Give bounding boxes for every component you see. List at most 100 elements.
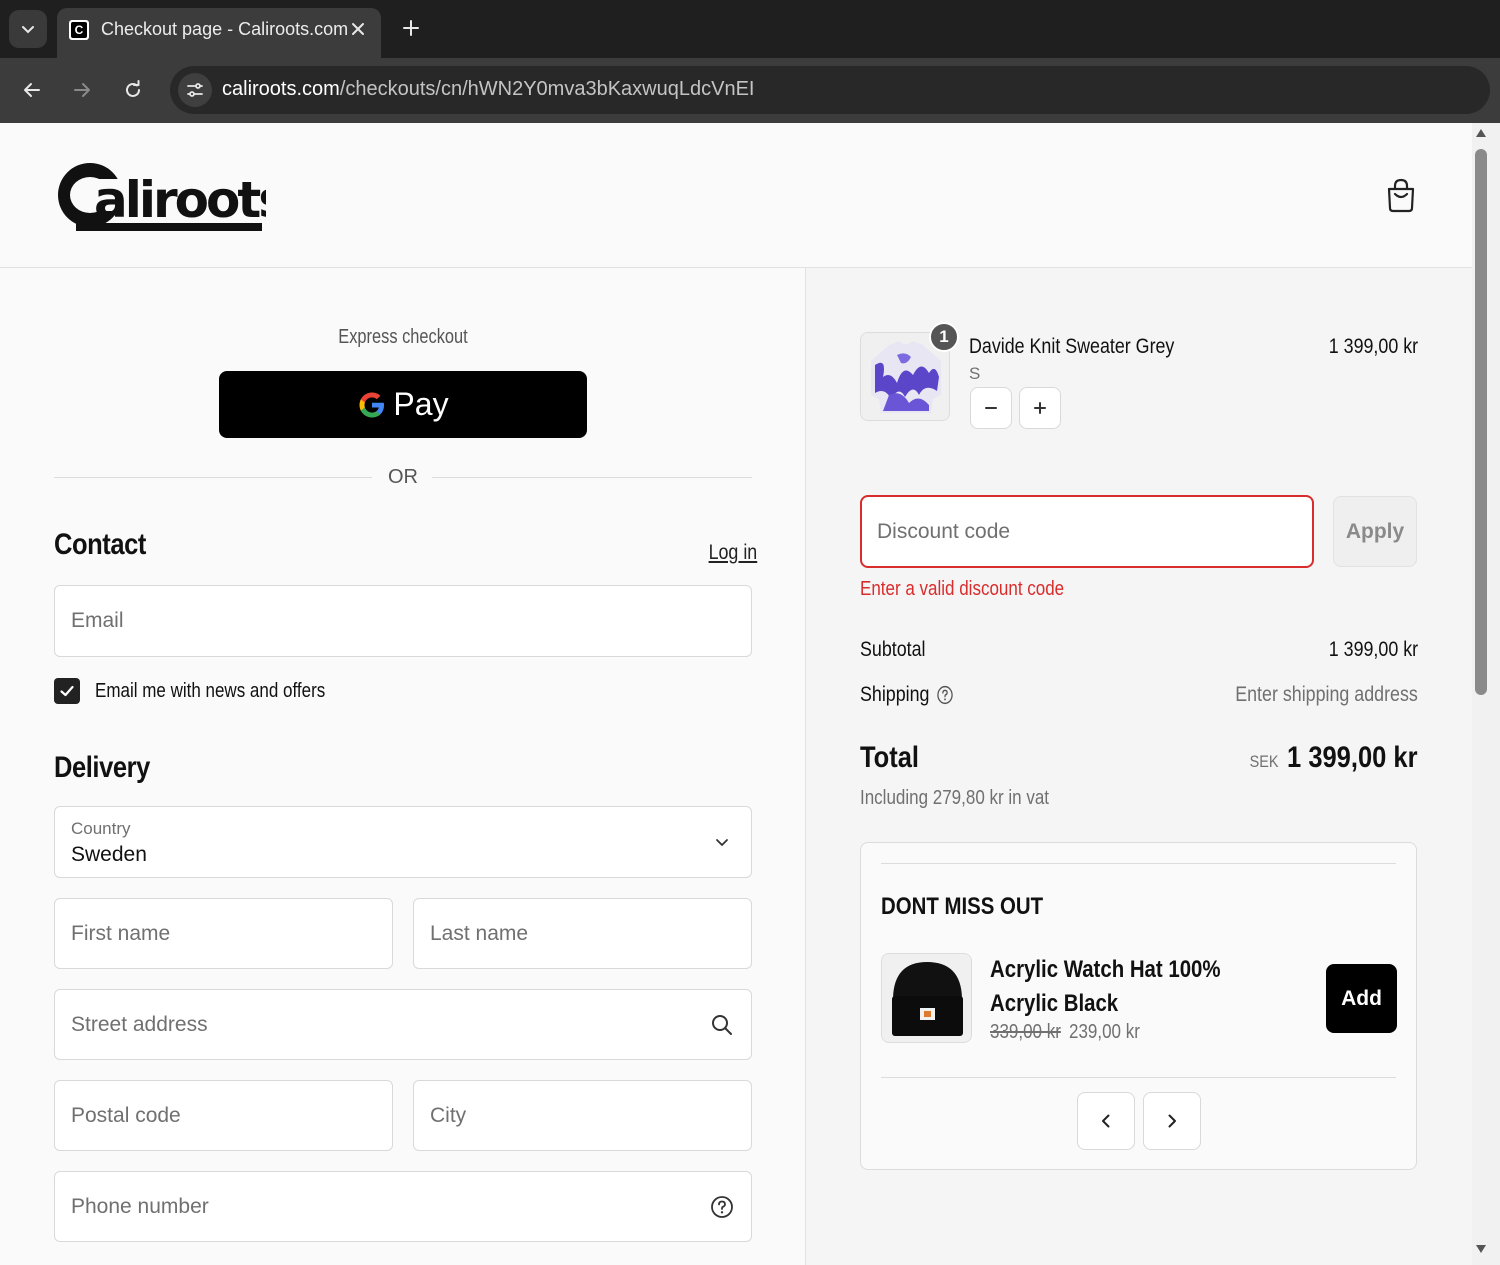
shipping-label: Shipping [860, 683, 953, 707]
tab-title: Checkout page - Caliroots.com [101, 19, 349, 39]
site-header: aliroots [0, 123, 1472, 268]
tab-close-button[interactable] [347, 18, 369, 40]
tune-icon [187, 83, 203, 97]
upsell-card: DONT MISS OUT Acrylic Watch Hat 100% Acr… [860, 842, 1417, 1170]
discount-error-message: Enter a valid discount code [860, 578, 1065, 600]
google-pay-label: Pay [393, 386, 449, 422]
new-tab-button[interactable] [397, 14, 425, 42]
discount-code-input[interactable] [877, 497, 1297, 566]
shopping-bag-icon[interactable] [1384, 177, 1418, 213]
city-field[interactable] [413, 1080, 752, 1151]
quantity-badge: 1 [929, 322, 959, 352]
page-scrollbar[interactable] [1472, 123, 1500, 1265]
contact-heading: Contact [54, 528, 146, 561]
help-circle-icon[interactable] [936, 685, 953, 705]
country-label: Country [71, 819, 131, 838]
street-address-input[interactable] [71, 990, 707, 1059]
svg-text:aliroots: aliroots [94, 171, 266, 229]
browser-toolbar: caliroots.com/checkouts/cn/hWN2Y0mva3bKa… [0, 58, 1500, 123]
street-address-field[interactable] [54, 989, 752, 1060]
last-name-input[interactable] [430, 899, 707, 968]
checkmark-icon [60, 685, 74, 697]
tab-search-button[interactable] [9, 10, 47, 48]
apply-discount-button[interactable]: Apply [1333, 496, 1417, 567]
newsletter-option[interactable]: Email me with news and offers [54, 678, 366, 704]
scroll-up-arrow-icon[interactable] [1476, 129, 1486, 137]
google-pay-button[interactable]: Pay [219, 371, 587, 438]
newsletter-checkbox[interactable] [54, 678, 80, 704]
country-value: Sweden [71, 843, 147, 866]
carousel-next-button[interactable] [1143, 1092, 1201, 1150]
city-input[interactable] [430, 1081, 707, 1150]
express-checkout-label: Express checkout [338, 326, 468, 348]
upsell-product-thumbnail [881, 953, 972, 1043]
help-circle-icon[interactable] [709, 1194, 735, 1220]
back-button[interactable] [16, 74, 48, 106]
scrollbar-thumb[interactable] [1475, 149, 1487, 695]
product-price: 1 399,00 kr [1328, 335, 1418, 358]
minus-icon [985, 407, 997, 409]
close-icon [352, 23, 364, 35]
reload-icon [126, 80, 140, 97]
scroll-down-arrow-icon[interactable] [1476, 1245, 1486, 1253]
upsell-new-price: 239,00 kr [1069, 1021, 1140, 1043]
checkout-page: aliroots Express checkout Pay OR Contact… [0, 123, 1472, 1265]
or-label: OR [388, 466, 418, 488]
url-host: caliroots.com [222, 78, 340, 100]
total-currency: SEK [1250, 752, 1280, 771]
beanie-image [882, 954, 971, 1042]
browser-tab-active[interactable]: C Checkout page - Caliroots.com [57, 8, 381, 58]
increase-quantity-button[interactable] [1019, 387, 1061, 429]
chevron-down-icon [709, 829, 735, 855]
reload-button[interactable] [117, 74, 149, 106]
favicon-icon: C [69, 20, 89, 40]
upsell-old-price: 339,00 kr [990, 1021, 1061, 1043]
browser-tab-bar: C Checkout page - Caliroots.com [0, 0, 1500, 58]
url-text: caliroots.com/checkouts/cn/hWN2Y0mva3bKa… [222, 78, 754, 101]
caliroots-logo[interactable]: aliroots [56, 159, 266, 231]
address-bar[interactable]: caliroots.com/checkouts/cn/hWN2Y0mva3bKa… [170, 66, 1490, 114]
subtotal-label: Subtotal [860, 638, 926, 661]
upsell-title: DONT MISS OUT [881, 893, 1044, 920]
login-link[interactable]: Log in [709, 541, 758, 565]
upsell-product-name: Acrylic Watch Hat 100% Acrylic Black [990, 956, 1221, 1017]
discount-code-field[interactable] [860, 495, 1314, 568]
newsletter-label: Email me with news and offers [95, 679, 326, 702]
column-divider [805, 268, 806, 1265]
phone-input[interactable] [71, 1172, 707, 1241]
forward-button[interactable] [66, 74, 98, 106]
arrow-right-icon [74, 83, 90, 97]
shipping-value: Enter shipping address [1235, 683, 1418, 706]
divider-line [881, 863, 1396, 864]
phone-field[interactable] [54, 1171, 752, 1242]
first-name-field[interactable] [54, 898, 393, 969]
url-path: /checkouts/cn/hWN2Y0mva3bKaxwuqLdcVnEI [339, 78, 755, 100]
carousel-previous-button[interactable] [1077, 1092, 1135, 1150]
delivery-heading: Delivery [54, 751, 150, 784]
vat-text: Including 279,80 kr in vat [860, 787, 1050, 809]
country-select[interactable]: Country Sweden [54, 806, 752, 878]
subtotal-value: 1 399,00 kr [1328, 638, 1418, 661]
plus-icon [1034, 402, 1046, 414]
add-upsell-button[interactable]: Add [1326, 964, 1397, 1033]
or-divider: OR [54, 466, 752, 490]
google-g-icon [359, 392, 385, 417]
postal-code-field[interactable] [54, 1080, 393, 1151]
total-value: 1 399,00 kr [1287, 741, 1418, 774]
search-icon [709, 1012, 735, 1038]
total-label: Total [860, 741, 920, 774]
divider-line [881, 1077, 1396, 1078]
chevron-right-icon [1168, 1114, 1176, 1128]
last-name-field[interactable] [413, 898, 752, 969]
arrow-left-icon [24, 83, 40, 97]
first-name-input[interactable] [71, 899, 348, 968]
total-amount: SEK 1 399,00 kr [1250, 741, 1418, 775]
chevron-left-icon [1102, 1114, 1110, 1128]
decrease-quantity-button[interactable] [970, 387, 1012, 429]
email-field[interactable] [54, 585, 752, 657]
plus-icon [403, 20, 419, 36]
chevron-down-icon [22, 26, 34, 34]
email-input[interactable] [71, 586, 707, 656]
site-info-button[interactable] [178, 73, 212, 107]
postal-code-input[interactable] [71, 1081, 348, 1150]
